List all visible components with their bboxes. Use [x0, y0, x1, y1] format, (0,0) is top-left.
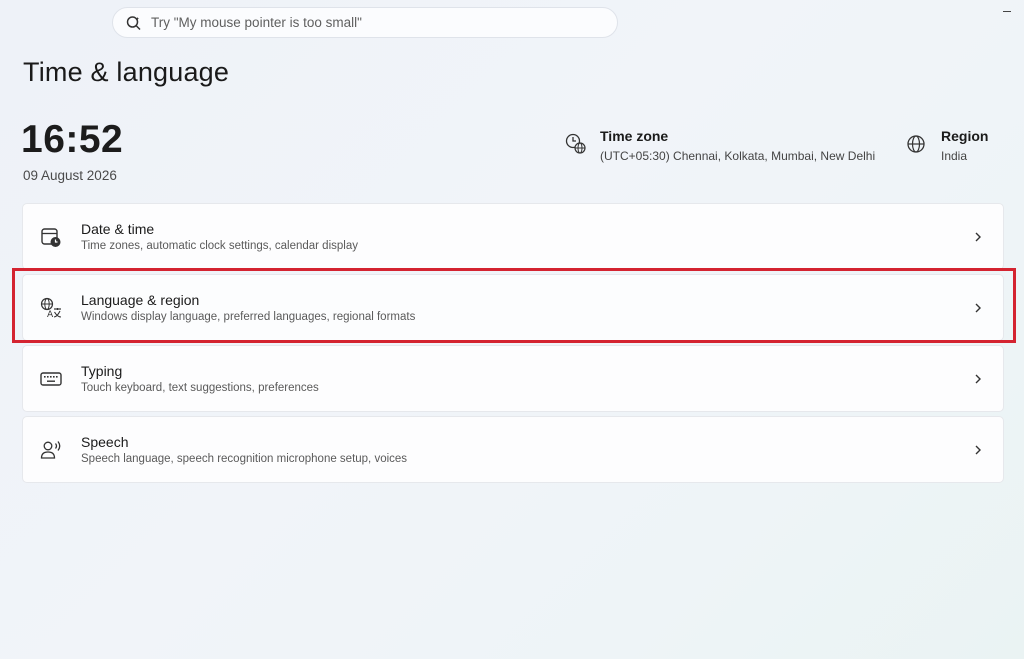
settings-item-subtitle: Time zones, automatic clock settings, ca… — [81, 240, 358, 252]
chevron-right-icon — [975, 303, 981, 312]
settings-item-typing[interactable]: Typing Touch keyboard, text suggestions,… — [22, 345, 1004, 412]
calendar-clock-icon — [41, 227, 61, 247]
settings-item-subtitle: Speech language, speech recognition micr… — [81, 453, 408, 465]
keyboard-icon — [40, 371, 62, 386]
timezone-label: Time zone — [600, 128, 669, 144]
settings-item-language-region[interactable]: A Language & region Windows display lang… — [22, 274, 1004, 341]
language-icon-glyph: A — [47, 310, 54, 320]
settings-item-title: Typing — [81, 363, 123, 379]
settings-list: Date & time Time zones, automatic clock … — [22, 203, 1004, 487]
search-icon — [126, 15, 141, 30]
page-title: Time & language — [23, 57, 230, 87]
settings-item-title: Speech — [81, 434, 129, 450]
settings-item-title: Language & region — [81, 292, 200, 308]
chevron-right-icon — [975, 445, 981, 454]
region-info[interactable]: Region India — [905, 128, 988, 163]
clock-globe-icon — [565, 133, 586, 154]
globe-icon — [907, 135, 925, 153]
search-input[interactable] — [151, 15, 617, 30]
speech-icon — [40, 440, 61, 459]
current-date: 09 August 2026 — [23, 168, 117, 183]
minimize-button[interactable] — [1000, 4, 1014, 18]
search-box[interactable] — [112, 7, 618, 38]
region-label: Region — [941, 128, 989, 144]
timezone-info[interactable]: Time zone (UTC+05:30) Chennai, Kolkata, … — [564, 128, 875, 163]
settings-item-speech[interactable]: Speech Speech language, speech recogniti… — [22, 416, 1004, 483]
settings-item-title: Date & time — [81, 221, 155, 237]
settings-item-date-time[interactable]: Date & time Time zones, automatic clock … — [22, 203, 1004, 270]
settings-item-subtitle: Touch keyboard, text suggestions, prefer… — [81, 382, 319, 394]
region-value: India — [941, 149, 968, 163]
chevron-right-icon — [975, 374, 981, 383]
timezone-value: (UTC+05:30) Chennai, Kolkata, Mumbai, Ne… — [600, 149, 876, 163]
minimize-icon — [1003, 10, 1011, 12]
language-icon: A — [40, 297, 62, 320]
current-time: 16:52 — [21, 118, 124, 161]
chevron-right-icon — [975, 232, 981, 241]
settings-item-subtitle: Windows display language, preferred lang… — [81, 311, 416, 323]
